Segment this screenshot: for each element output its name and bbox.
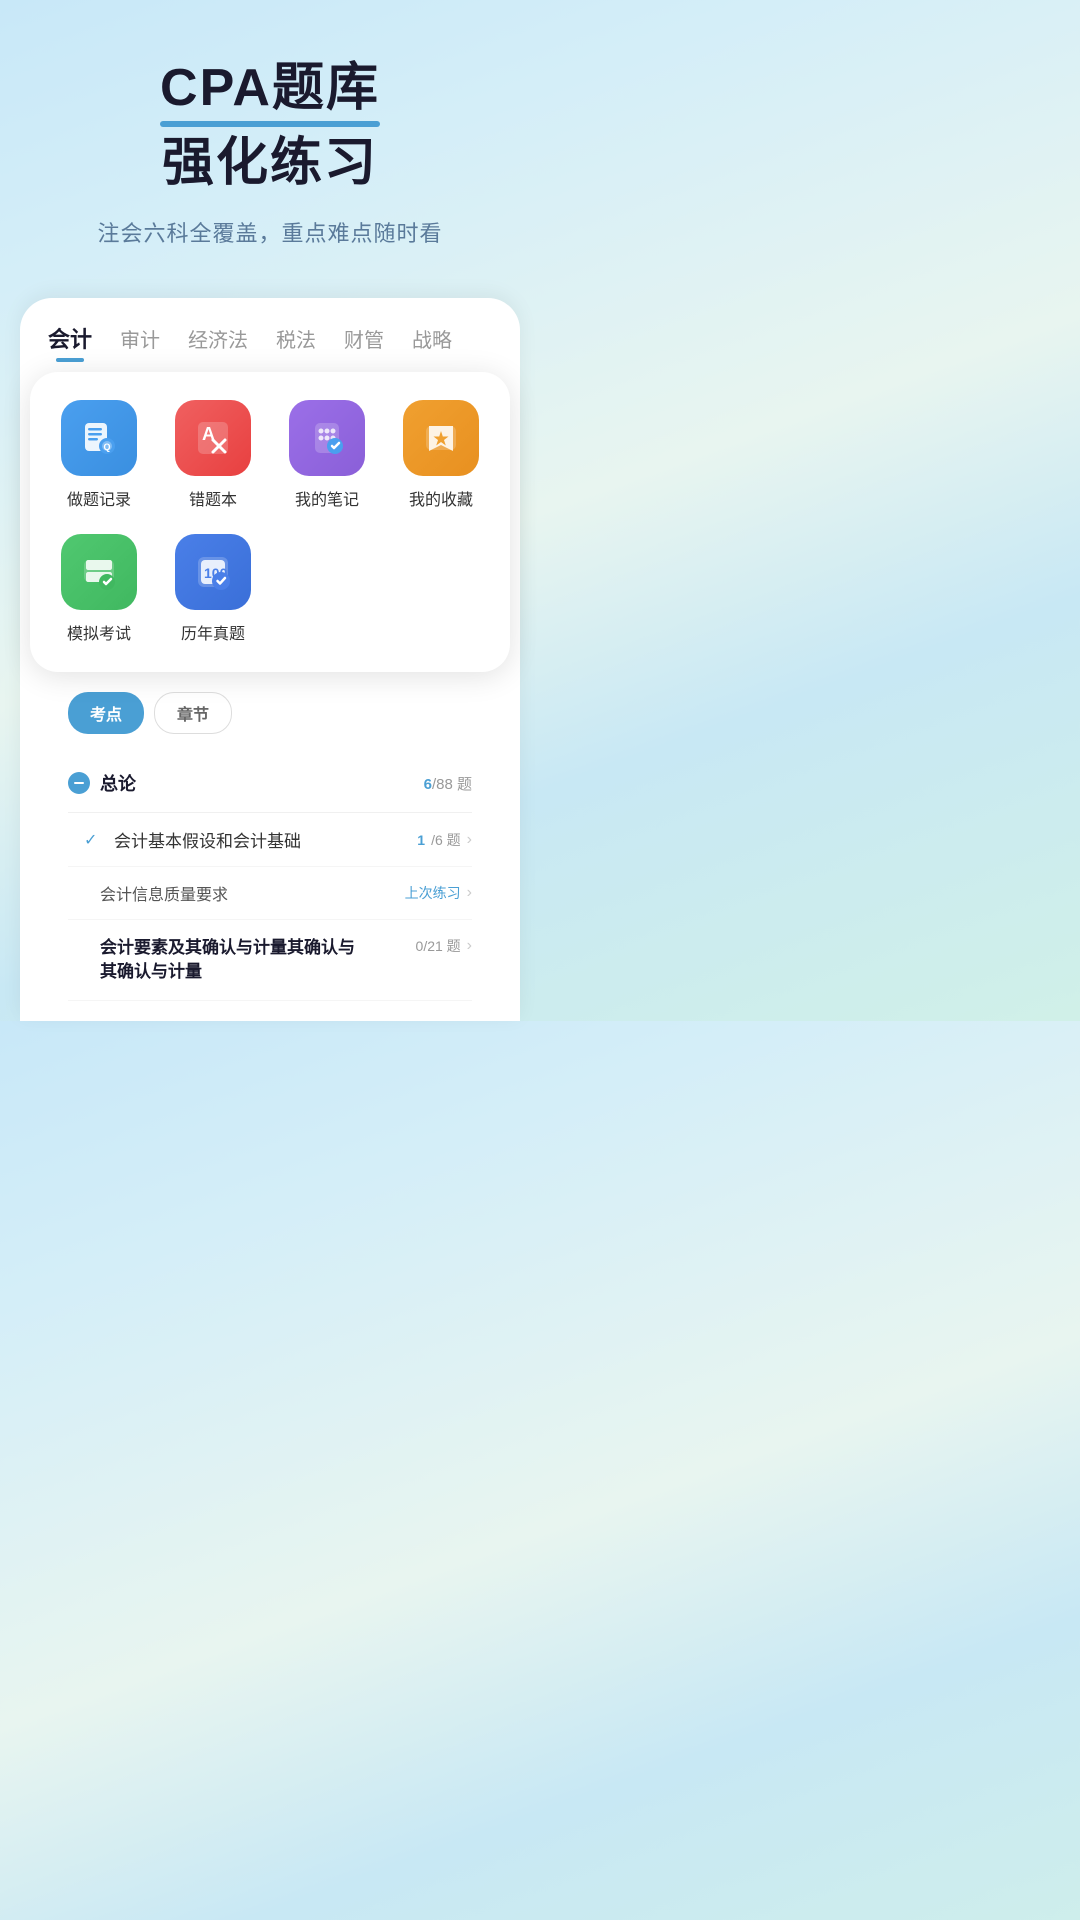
deep-item-right-yaosu: 0/21 题 › [416, 936, 472, 956]
tab-shuifa[interactable]: 税法 [276, 324, 316, 361]
linian-label: 历年真题 [181, 620, 245, 644]
chevron-xinxi: › [467, 884, 472, 902]
section-header-zonglun[interactable]: 总论 6/88 题 [68, 754, 472, 813]
sub-done-jichu: 1 [417, 832, 425, 848]
linian-icon: 100 [175, 534, 251, 610]
cuoti-label: 错题本 [189, 486, 237, 510]
tab-zhanlue[interactable]: 战略 [412, 324, 452, 361]
feature-cuoti[interactable]: A 错题本 [164, 400, 262, 510]
section-title-zonglun: 总论 [68, 770, 136, 796]
sub-item-jichu[interactable]: ✓ 会计基本假设和会计基础 1 /6 题 › [68, 813, 472, 867]
section-done-zonglun: 6 [424, 776, 432, 793]
moni-label: 模拟考试 [67, 620, 131, 644]
feature-biji[interactable]: 我的笔记 [278, 400, 376, 510]
content-area: 考点 章节 总论 6/88 题 ✓ 会计基本假设和会计基础 [40, 672, 500, 1021]
feature-linian[interactable]: 100 历年真题 [164, 534, 262, 644]
toggle-kaodian[interactable]: 考点 [68, 692, 144, 734]
biji-label: 我的笔记 [295, 486, 359, 510]
tab-kuaiji[interactable]: 会计 [48, 322, 92, 362]
chevron-jichu: › [467, 831, 472, 849]
minus-icon [68, 772, 90, 794]
title-line1: CPA题库 [40, 60, 500, 117]
svg-text:Q: Q [104, 442, 111, 452]
section-name-zonglun: 总论 [100, 770, 136, 796]
sub-item-right-jichu: 1 /6 题 › [417, 830, 472, 850]
feature-grid-bottom: 模拟考试 100 历年真题 [50, 534, 490, 644]
main-card: 会计 审计 经济法 税法 财管 战略 Q [20, 298, 520, 1021]
sub-item-title-jichu: 会计基本假设和会计基础 [114, 827, 301, 852]
shoucang-icon [403, 400, 479, 476]
deep-done-yaosu: 0/21 题 [416, 936, 461, 956]
zuoti-icon: Q [61, 400, 137, 476]
feature-zuoti[interactable]: Q 做题记录 [50, 400, 148, 510]
title-line2: 强化练习 [40, 135, 500, 192]
subtitle: 注会六科全覆盖，重点难点随时看 [40, 216, 500, 248]
header-section: CPA题库 强化练习 注会六科全覆盖，重点难点随时看 [0, 0, 540, 278]
feature-moni[interactable]: 模拟考试 [50, 534, 148, 644]
cuoti-icon: A [175, 400, 251, 476]
chevron-yaosu: › [467, 937, 472, 955]
feature-grid-top: Q 做题记录 A 错题本 [50, 400, 490, 510]
zuoti-label: 做题记录 [67, 486, 131, 510]
shoucang-label: 我的收藏 [409, 486, 473, 510]
section-zonglun: 总论 6/88 题 ✓ 会计基本假设和会计基础 1 /6 题 › [68, 754, 472, 1001]
deep-item-yaosu[interactable]: 会计要素及其确认与计量其确认与其确认与计量 0/21 题 › [68, 920, 472, 1001]
moni-icon [61, 534, 137, 610]
title-underline [160, 121, 380, 127]
deep-item-header-yaosu: 会计要素及其确认与计量其确认与其确认与计量 0/21 题 › [100, 936, 472, 984]
check-icon-jichu: ✓ [84, 830, 104, 850]
biji-icon [289, 400, 365, 476]
subject-tabs: 会计 审计 经济法 税法 财管 战略 [20, 298, 520, 362]
toggle-group: 考点 章节 [68, 692, 472, 734]
sub-item-jichu-left: ✓ 会计基本假设和会计基础 [84, 827, 301, 852]
tab-caiguan[interactable]: 财管 [344, 324, 384, 361]
deep-item-title-yaosu: 会计要素及其确认与计量其确认与其确认与计量 [100, 936, 406, 984]
feature-card: Q 做题记录 A 错题本 [30, 372, 510, 672]
tab-jingji[interactable]: 经济法 [188, 324, 248, 361]
feature-shoucang[interactable]: 我的收藏 [392, 400, 490, 510]
section-count-zonglun: 6/88 题 [424, 773, 472, 794]
last-practice-label: 上次练习 [405, 883, 461, 903]
toggle-zhangjie[interactable]: 章节 [154, 692, 232, 734]
tab-shenji[interactable]: 审计 [120, 324, 160, 361]
sub-sub-title-xinxi: 会计信息质量要求 [100, 881, 228, 905]
sub-sub-item-xinxi[interactable]: 会计信息质量要求 上次练习 › [68, 867, 472, 920]
